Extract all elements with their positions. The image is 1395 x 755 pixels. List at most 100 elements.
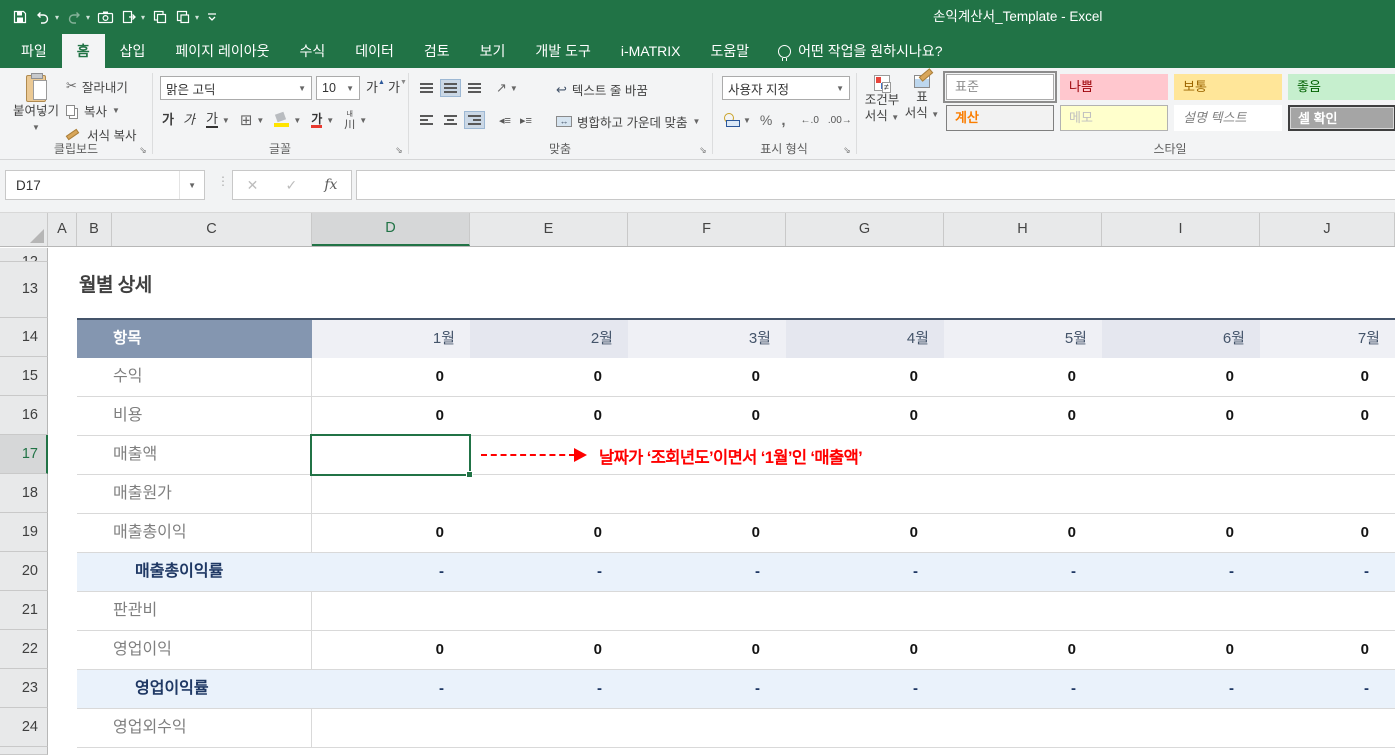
column-header-C[interactable]: C	[112, 213, 312, 246]
column-header-B[interactable]: B	[77, 213, 112, 246]
cell-style-보통[interactable]: 보통	[1174, 74, 1282, 100]
tab-보기[interactable]: 보기	[465, 34, 521, 68]
value-cell[interactable]	[1260, 709, 1395, 747]
increase-indent-button[interactable]: ▸≡	[517, 110, 535, 130]
value-cell[interactable]: 0	[470, 397, 628, 435]
comma-style-button[interactable]: ,	[781, 112, 785, 129]
value-cell[interactable]: 0	[944, 397, 1102, 435]
value-cell[interactable]: 0	[470, 514, 628, 552]
chevron-down-icon[interactable]: ▾	[141, 13, 145, 22]
font-color-icon[interactable]: 가	[311, 113, 322, 128]
row-label-cell[interactable]: 매출총이익	[77, 514, 312, 552]
value-cell[interactable]: 0	[944, 631, 1102, 669]
value-cell[interactable]	[628, 709, 786, 747]
value-cell[interactable]	[1260, 592, 1395, 630]
value-cell[interactable]	[312, 475, 470, 513]
value-cell[interactable]: -	[1260, 553, 1395, 591]
value-cell[interactable]	[786, 709, 944, 747]
column-header-D[interactable]: D	[312, 213, 470, 246]
value-cell[interactable]: -	[1102, 670, 1260, 708]
row-header-19[interactable]: 19	[0, 513, 48, 552]
align-right-button[interactable]	[464, 111, 485, 129]
tab-개발 도구[interactable]: 개발 도구	[520, 34, 605, 68]
enter-icon[interactable]: ✓	[285, 177, 297, 194]
paste-button[interactable]: 붙여넣기 ▼	[10, 75, 62, 134]
accounting-format-icon[interactable]	[724, 113, 740, 127]
value-cell[interactable]	[312, 709, 470, 747]
value-cell[interactable]: -	[470, 670, 628, 708]
value-cell[interactable]	[470, 709, 628, 747]
cut-button[interactable]: ✂ 잘라내기	[66, 76, 128, 96]
value-cell[interactable]: -	[1102, 553, 1260, 591]
value-cell[interactable]	[1260, 436, 1395, 474]
column-header-G[interactable]: G	[786, 213, 944, 246]
align-bottom-button[interactable]	[464, 79, 485, 97]
value-cell[interactable]: 0	[628, 631, 786, 669]
column-header-A[interactable]: A	[48, 213, 77, 246]
cell-style-좋음[interactable]: 좋음	[1288, 74, 1395, 100]
row-label-cell[interactable]: 수익	[77, 358, 312, 396]
value-cell[interactable]	[1102, 709, 1260, 747]
value-cell[interactable]: -	[628, 553, 786, 591]
italic-button[interactable]: 가	[182, 113, 197, 127]
percent-style-button[interactable]: %	[760, 112, 772, 128]
cell-style-메모[interactable]: 메모	[1060, 105, 1168, 131]
row-label-cell[interactable]: 매출총이익률	[77, 553, 312, 591]
value-cell[interactable]	[786, 592, 944, 630]
format-as-table-button[interactable]: 표 서식 ▼	[904, 75, 940, 121]
value-cell[interactable]: 0	[1260, 514, 1395, 552]
select-all-corner[interactable]	[0, 213, 48, 246]
row-label-cell[interactable]: 영업외수익	[77, 709, 312, 747]
formula-input[interactable]	[356, 170, 1395, 200]
decrease-font-size-button[interactable]: 가▼	[388, 81, 400, 95]
row-header-15[interactable]: 15	[0, 357, 48, 396]
row-header-12[interactable]: 12	[0, 248, 48, 262]
value-cell[interactable]	[786, 475, 944, 513]
orientation-icon[interactable]: ↗	[496, 80, 507, 96]
column-header-H[interactable]: H	[944, 213, 1102, 246]
value-cell[interactable]: 0	[312, 397, 470, 435]
tab-i-MATRIX[interactable]: i-MATRIX	[606, 34, 696, 68]
value-cell[interactable]	[470, 475, 628, 513]
camera-icon[interactable]	[97, 7, 114, 27]
chevron-down-icon[interactable]: ▾	[55, 13, 59, 22]
value-cell[interactable]: 0	[786, 397, 944, 435]
bold-button[interactable]: 가	[162, 113, 174, 127]
tab-삽입[interactable]: 삽입	[105, 34, 161, 68]
customize-quick-access-toolbar-icon[interactable]	[206, 7, 218, 27]
increase-decimal-button[interactable]: ←.0	[801, 115, 819, 126]
value-cell[interactable]: 0	[470, 631, 628, 669]
tab-도움말[interactable]: 도움말	[695, 34, 764, 68]
column-header-F[interactable]: F	[628, 213, 786, 246]
value-cell[interactable]	[1260, 475, 1395, 513]
value-cell[interactable]	[628, 475, 786, 513]
month-header-7[interactable]: 7월	[1260, 320, 1395, 358]
save-icon[interactable]	[12, 7, 28, 27]
value-cell[interactable]: 0	[628, 514, 786, 552]
value-cell[interactable]: 0	[1260, 631, 1395, 669]
cancel-icon[interactable]: ✕	[247, 177, 259, 194]
row-header-20[interactable]: 20	[0, 552, 48, 591]
copy-button[interactable]: 복사 ▼	[66, 100, 120, 120]
align-left-button[interactable]	[416, 111, 437, 129]
value-cell[interactable]	[944, 592, 1102, 630]
column-header-I[interactable]: I	[1102, 213, 1260, 246]
value-cell[interactable]: -	[786, 670, 944, 708]
tellme-search[interactable]: 어떤 작업을 원하시나요?	[764, 34, 956, 68]
tab-홈[interactable]: 홈	[62, 34, 105, 68]
value-cell[interactable]: 0	[470, 358, 628, 396]
font-dialog-launcher[interactable]: ⇘	[394, 145, 404, 155]
value-cell[interactable]: -	[312, 670, 470, 708]
row-label-cell[interactable]: 매출원가	[77, 475, 312, 513]
merge-center-button[interactable]: ↔ 병합하고 가운데 맞춤 ▼	[556, 112, 700, 131]
value-cell[interactable]	[628, 592, 786, 630]
value-cell[interactable]: 0	[312, 358, 470, 396]
cell-style-표준[interactable]: 표준	[946, 74, 1054, 100]
value-cell[interactable]	[470, 592, 628, 630]
fill-color-icon[interactable]	[274, 113, 289, 127]
fill-handle[interactable]	[466, 471, 473, 478]
value-cell[interactable]: 0	[786, 514, 944, 552]
row-label-cell[interactable]: 매출액	[77, 436, 312, 474]
month-header-6[interactable]: 6월	[1102, 320, 1260, 358]
value-cell[interactable]	[312, 592, 470, 630]
